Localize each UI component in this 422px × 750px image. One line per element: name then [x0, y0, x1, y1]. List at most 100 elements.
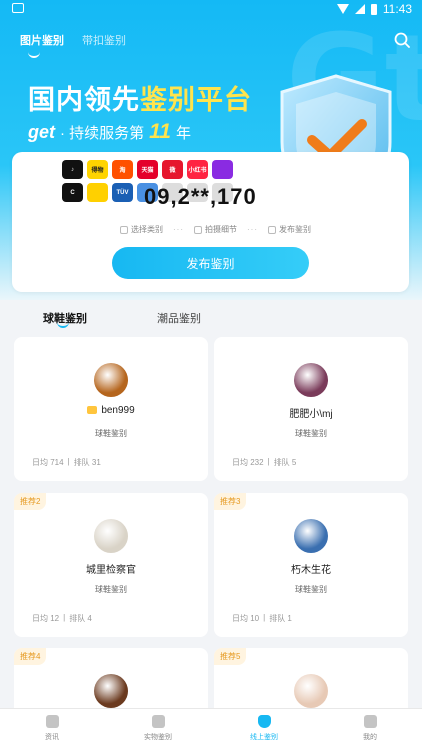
weibo-logo-icon: 微	[162, 160, 183, 179]
status-time: 11:43	[382, 2, 412, 16]
expert-type: 球鞋鉴别	[295, 429, 327, 438]
expert-name-text: 城里检察官	[86, 565, 136, 576]
search-small-icon	[268, 225, 276, 234]
kuaishou-logo-icon: C	[62, 183, 83, 202]
step-publish: 发布鉴别	[268, 224, 311, 235]
subline-prefix: · 持续服务第	[60, 125, 145, 142]
avatar	[94, 674, 128, 708]
bottom-nav: 资讯 实物鉴别 线上鉴别 我的	[0, 708, 422, 750]
expert-card[interactable]: ben999 球鞋鉴别日均 714 | 排队 31	[14, 337, 208, 481]
xiaohongshu-logo-icon: 小红书	[187, 160, 208, 179]
nav-label: 资讯	[45, 734, 59, 741]
tab-indicator	[28, 52, 40, 58]
step-label: 选择类别	[131, 225, 163, 234]
nav-label: 我的	[363, 734, 377, 741]
nav-profile[interactable]: 我的	[330, 715, 410, 742]
taobao-logo-icon: 淘	[112, 160, 133, 179]
nav-physical-auth[interactable]: 实物鉴别	[118, 715, 198, 742]
step-divider: ···	[247, 225, 258, 234]
tmall-logo-icon: 天猫	[137, 160, 158, 179]
avatar	[294, 674, 328, 708]
nav-online-auth[interactable]: 线上鉴别	[224, 715, 304, 742]
vip-icon	[87, 406, 98, 415]
queue-count: 排队 1	[269, 614, 292, 623]
headline: 国内领先鉴别平台	[28, 78, 252, 117]
daily-count: 日均 232	[232, 458, 264, 467]
tuv-logo-icon: TÜV	[112, 183, 133, 202]
queue-count: 排队 31	[73, 458, 101, 467]
profile-icon	[363, 715, 377, 728]
avatar	[94, 519, 128, 553]
headline-prefix: 国内领先	[28, 85, 140, 115]
expert-stats: 日均 12 | 排队 4	[32, 613, 92, 624]
step-label: 发布鉴别	[279, 225, 311, 234]
service-years: 11	[149, 120, 171, 143]
expert-name-text: ben999	[101, 405, 135, 416]
subline: get · 持续服务第 11 年	[28, 120, 191, 144]
news-icon	[45, 715, 59, 728]
expert-stats: 日均 10 | 排队 1	[232, 613, 292, 624]
step-label: 拍摄细节	[205, 225, 237, 234]
brand-logo: get	[28, 122, 55, 142]
stats-divider: |	[63, 613, 66, 622]
expert-name: ben999	[14, 405, 208, 416]
subline-suffix: 年	[175, 125, 191, 142]
status-bar: 11:43	[0, 0, 422, 18]
expert-type: 球鞋鉴别	[95, 429, 127, 438]
stats-divider: |	[267, 457, 270, 466]
expert-card[interactable]: 推荐3 朽木生花球鞋鉴别日均 10 | 排队 1	[214, 493, 408, 637]
tiktok-logo-icon: ♪	[62, 160, 83, 179]
daily-count: 日均 10	[232, 614, 260, 623]
auth-counter: 09,2**,170	[144, 184, 257, 209]
expert-card[interactable]: 推荐2 城里检察官球鞋鉴别日均 12 | 排队 4	[14, 493, 208, 637]
avatar	[94, 363, 128, 397]
stats-divider: |	[67, 457, 70, 466]
daily-count: 日均 714	[32, 458, 64, 467]
queue-count: 排队 5	[273, 458, 297, 467]
dewu-logo-icon: 得物	[87, 160, 108, 179]
step-photo-details: 拍摄细节	[194, 224, 237, 235]
nav-label: 实物鉴别	[144, 734, 172, 741]
rank-badge: 推荐4	[14, 648, 47, 665]
rank-badge: 推荐5	[214, 648, 247, 665]
box-icon	[151, 715, 165, 728]
publish-auth-button[interactable]: 发布鉴别	[112, 247, 309, 279]
rank-badge: 推荐3	[214, 493, 247, 510]
signal-icon	[354, 4, 365, 14]
expert-name: 朽木生花	[214, 561, 408, 576]
other-purple-logo-icon	[212, 160, 233, 179]
tab-trend-auth[interactable]: 潮品鉴别	[157, 310, 201, 326]
daily-count: 日均 12	[32, 614, 60, 623]
tab-buckle-auth[interactable]: 带扣鉴别	[82, 32, 126, 48]
camera-icon	[194, 225, 202, 234]
expert-type: 球鞋鉴别	[295, 585, 327, 594]
notification-icon	[12, 3, 24, 13]
expert-card[interactable]: 肥肥小\mj 球鞋鉴别日均 232 | 排队 5	[214, 337, 408, 481]
expert-name-text: 朽木生花	[291, 565, 331, 576]
expert-name: 肥肥小\mj	[214, 405, 408, 420]
expert-stats: 日均 714 | 排队 31	[32, 457, 101, 468]
expert-stats: 日均 232 | 排队 5	[232, 457, 296, 468]
expert-name-text: 肥肥小\mj	[289, 409, 333, 420]
tab-image-auth[interactable]: 图片鉴别	[20, 32, 64, 48]
expert-name: 城里检察官	[14, 561, 208, 576]
search-icon[interactable]	[394, 32, 410, 48]
wifi-icon	[336, 4, 349, 14]
nav-label: 线上鉴别	[250, 734, 278, 741]
list-icon	[120, 225, 128, 234]
publish-panel: ♪ 得物淘天猫微小红书 C TÜV 09,2**,170 选择类别 ··· 拍摄细节 …	[12, 152, 409, 292]
rank-badge: 推荐2	[14, 493, 47, 510]
avatar	[294, 519, 328, 553]
yellow-tile-logo-icon	[87, 183, 108, 202]
battery-icon	[370, 3, 377, 15]
avatar	[294, 363, 328, 397]
nav-news[interactable]: 资讯	[12, 715, 92, 742]
steps: 选择类别 ··· 拍摄细节 ··· 发布鉴别	[120, 224, 311, 235]
queue-count: 排队 4	[69, 614, 92, 623]
top-tabs: 图片鉴别 带扣鉴别	[20, 32, 126, 48]
step-divider: ···	[173, 225, 184, 234]
headline-accent: 鉴别平台	[140, 85, 252, 115]
shield-icon	[257, 715, 271, 728]
expert-type: 球鞋鉴别	[95, 585, 127, 594]
step-choose-category: 选择类别	[120, 224, 163, 235]
